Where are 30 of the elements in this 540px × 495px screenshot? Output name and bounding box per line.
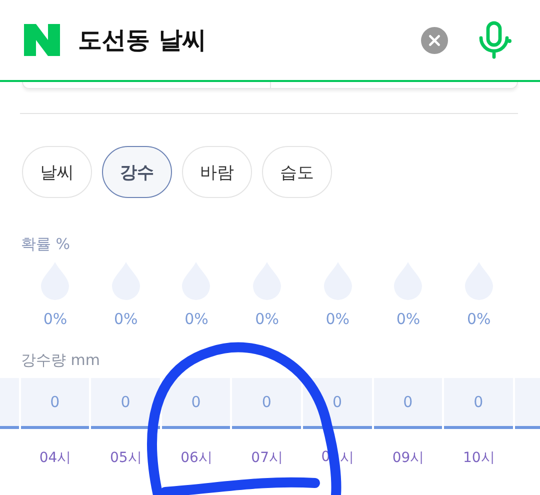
amount-cell: 0 xyxy=(374,378,442,429)
section-label: 확률 % xyxy=(21,234,70,254)
tab[interactable]: 강수 xyxy=(102,146,172,198)
amount-cell: 0 xyxy=(20,378,90,429)
probability-value: 0% xyxy=(114,310,138,328)
hour-label: 10시 xyxy=(462,449,495,467)
microphone-icon[interactable] xyxy=(478,21,512,59)
hour-label: 09시 xyxy=(392,449,424,467)
naver-logo-icon xyxy=(24,24,60,56)
probability-value: 0% xyxy=(184,310,208,328)
amount-cell: 0 xyxy=(91,378,160,429)
amount-cell: 0 xyxy=(162,378,230,429)
hour-label: 시 xyxy=(340,449,354,467)
hour-label: 05시 xyxy=(110,449,142,467)
tab[interactable]: 날씨 xyxy=(22,146,92,198)
clear-icon[interactable] xyxy=(421,26,448,54)
probability-value: 0% xyxy=(326,310,350,328)
probability-value: 0% xyxy=(43,310,68,328)
amount-cell: 0 xyxy=(444,378,513,429)
hour-label: 06시 xyxy=(180,449,212,467)
probability-value: 0% xyxy=(255,310,279,328)
search-field[interactable]: 도선동 날씨 xyxy=(78,24,421,56)
hour-label: 07시 xyxy=(251,449,283,467)
probability-value: 0% xyxy=(396,310,420,328)
probability-value: 0% xyxy=(466,310,491,328)
tab[interactable]: 습도 xyxy=(262,146,332,198)
section-label: 강수량 mm xyxy=(21,350,100,370)
amount-cell: 0 xyxy=(232,378,301,429)
tab[interactable]: 바람 xyxy=(182,146,252,198)
hour-label: 04시 xyxy=(39,449,72,467)
